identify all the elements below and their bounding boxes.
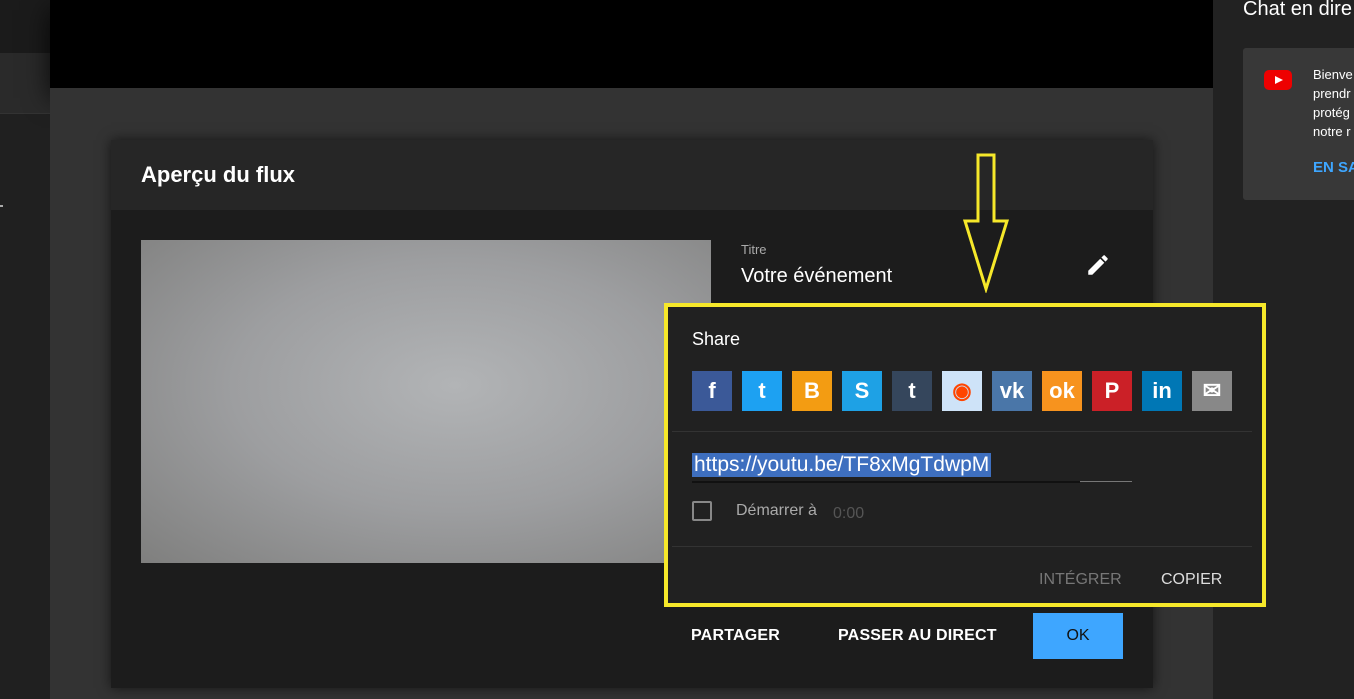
tumblr-icon[interactable]: t bbox=[892, 371, 932, 411]
share-popup: Share f t B St ◉ vk ok Pin ✉ https://youtu.be/TF… bbox=[664, 303, 1266, 607]
left-mark bbox=[0, 205, 3, 207]
top-bar bbox=[50, 0, 1213, 88]
share-url-field[interactable]: https://youtu.be/TF8xMgTdwpM bbox=[692, 453, 992, 477]
chat-welcome-text: Bienve prendr protég notre r bbox=[1313, 67, 1353, 139]
youtube-icon bbox=[1264, 70, 1292, 90]
ok-button[interactable]: OK bbox=[1033, 613, 1123, 659]
stream-preview-video bbox=[141, 240, 711, 563]
copy-button[interactable]: COPIER bbox=[1161, 571, 1222, 589]
go-live-button[interactable]: PASSER AU DIRECT bbox=[838, 627, 997, 645]
chat-learn-more-link[interactable]: EN SA bbox=[1313, 159, 1354, 176]
livejournal-icon[interactable]: S bbox=[842, 371, 882, 411]
left-band bbox=[0, 53, 50, 114]
reddit-icon[interactable]: ◉ bbox=[942, 371, 982, 411]
facebook-icon[interactable]: f bbox=[692, 371, 732, 411]
edit-pencil-icon[interactable] bbox=[1085, 252, 1111, 278]
share-title: Share bbox=[692, 329, 741, 349]
odnoklassniki-icon[interactable]: ok bbox=[1042, 371, 1082, 411]
pinterest-icon[interactable]: P bbox=[1092, 371, 1132, 411]
start-at-time-input[interactable]: 0:00 bbox=[833, 505, 864, 523]
vk-icon[interactable]: vk bbox=[992, 371, 1032, 411]
start-at-label: Démarrer à bbox=[736, 502, 817, 519]
embed-button[interactable]: INTÉGRER bbox=[1039, 571, 1122, 589]
left-strip bbox=[0, 0, 50, 699]
down-arrow-annotation bbox=[962, 153, 1010, 293]
email-icon[interactable]: ✉ bbox=[1192, 371, 1232, 411]
share-icon-row: f t B St ◉ vk ok Pin ✉ bbox=[692, 371, 1242, 411]
dialog-title: Aperçu du flux bbox=[141, 162, 296, 187]
divider bbox=[672, 431, 1252, 432]
divider bbox=[672, 546, 1252, 547]
linkedin-icon[interactable]: in bbox=[1142, 371, 1182, 411]
chat-welcome-card: Bienve prendr protég notre r EN SA bbox=[1243, 48, 1354, 200]
url-underline-active bbox=[692, 481, 1080, 483]
left-band-top bbox=[0, 0, 50, 53]
title-label: Titre bbox=[741, 242, 767, 257]
share-button[interactable]: PARTAGER bbox=[691, 627, 780, 645]
chat-title: Chat en dire bbox=[1243, 0, 1352, 20]
twitter-icon[interactable]: t bbox=[742, 371, 782, 411]
event-title: Votre événement bbox=[741, 265, 893, 287]
start-at-checkbox[interactable] bbox=[692, 501, 712, 521]
blogger-icon[interactable]: B bbox=[792, 371, 832, 411]
